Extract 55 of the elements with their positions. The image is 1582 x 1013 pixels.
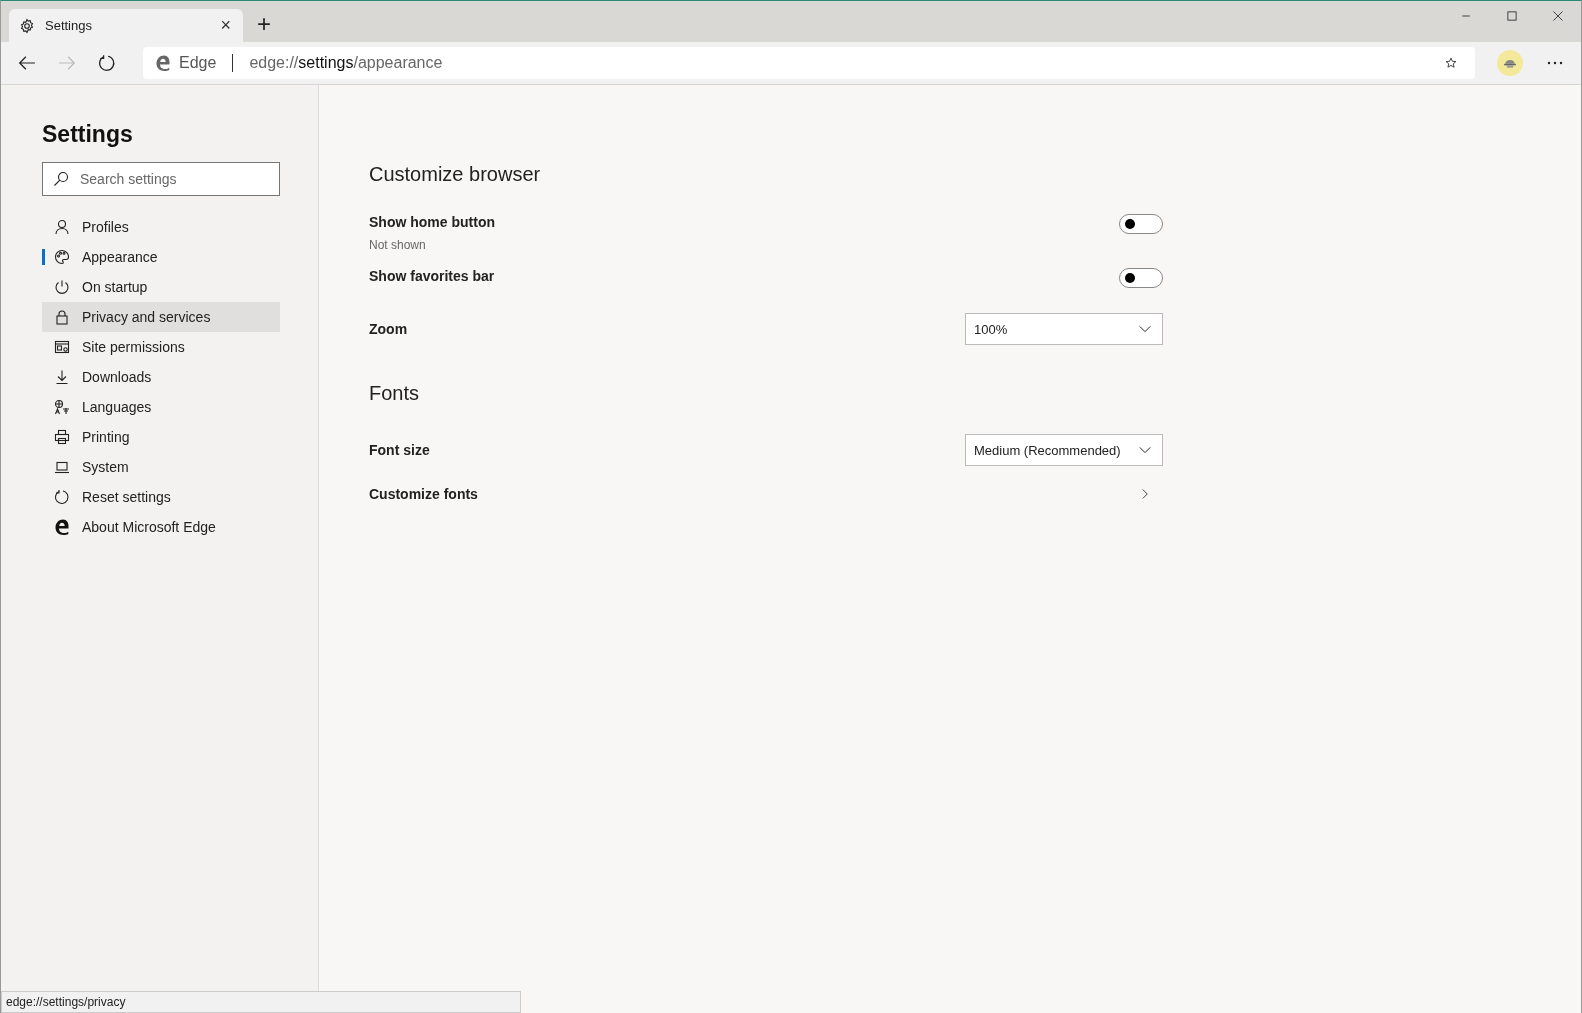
search-field[interactable]: Search settings	[42, 162, 280, 196]
palette-icon	[54, 249, 70, 265]
customize-fonts-link[interactable]: Customize fonts	[369, 482, 1163, 506]
setting-label: Font size	[369, 442, 430, 458]
new-tab-button[interactable]: +	[251, 9, 277, 39]
sidebar-item[interactable]: Profiles	[42, 212, 280, 242]
setting-label: Show favorites bar	[369, 268, 495, 284]
sidebar-item[interactable]: Appearance	[42, 242, 280, 272]
language-icon	[54, 399, 70, 415]
sidebar-item[interactable]: Privacy and services	[42, 302, 280, 332]
sidebar-item[interactable]: About Microsoft Edge	[42, 512, 280, 542]
lock-icon	[54, 309, 70, 325]
toggle-switch[interactable]	[1119, 268, 1163, 288]
close-tab-button[interactable]: ×	[216, 15, 235, 36]
sidebar-item[interactable]: Site permissions	[42, 332, 280, 362]
reset-icon	[54, 489, 70, 505]
search-icon	[53, 171, 69, 187]
setting-label: Zoom	[369, 321, 408, 337]
section-heading: Fonts	[369, 382, 421, 405]
sidebar-item[interactable]: System	[42, 452, 280, 482]
profile-button[interactable]	[1497, 50, 1523, 76]
refresh-icon	[98, 54, 116, 72]
sidebar-item[interactable]: Printing	[42, 422, 280, 452]
browser-tab[interactable]: Settings ×	[9, 9, 243, 42]
sidebar-item[interactable]: On startup	[42, 272, 280, 302]
power-icon	[54, 279, 70, 295]
browser-window-icon	[54, 339, 70, 355]
more-icon	[1547, 61, 1563, 65]
forward-arrow-icon	[58, 54, 76, 72]
site-label: Edge	[179, 54, 217, 72]
setting-description: Not shown	[369, 238, 427, 252]
edge-logo-icon	[155, 55, 171, 71]
maximize-icon	[1506, 10, 1518, 22]
printer-icon	[54, 429, 70, 445]
address-bar[interactable]: Edge edge://settings/appearance	[143, 47, 1475, 79]
download-icon	[54, 369, 70, 385]
laptop-icon	[54, 459, 70, 475]
close-icon	[1552, 10, 1564, 22]
star-icon	[1445, 55, 1457, 71]
section-heading: Customize browser	[369, 163, 542, 186]
sidebar-title: Settings	[42, 121, 134, 148]
sidebar-item[interactable]: Reset settings	[42, 482, 280, 512]
dropdown[interactable]: 100%	[965, 313, 1163, 345]
dropdown[interactable]: Medium (Recommended)	[965, 434, 1163, 466]
status-url: edge://settings/privacy	[1, 991, 521, 1013]
person-icon	[54, 219, 70, 235]
sidebar-item[interactable]: Downloads	[42, 362, 280, 392]
edge-logo-icon	[54, 519, 70, 535]
sidebar-item[interactable]: Languages	[42, 392, 280, 422]
back-arrow-icon	[18, 54, 36, 72]
url-text: edge://settings/appearance	[249, 54, 444, 72]
tab-title: Settings	[45, 18, 93, 33]
toggle-switch[interactable]	[1119, 214, 1163, 234]
gear-icon	[19, 17, 35, 34]
setting-label: Show home button	[369, 214, 495, 230]
